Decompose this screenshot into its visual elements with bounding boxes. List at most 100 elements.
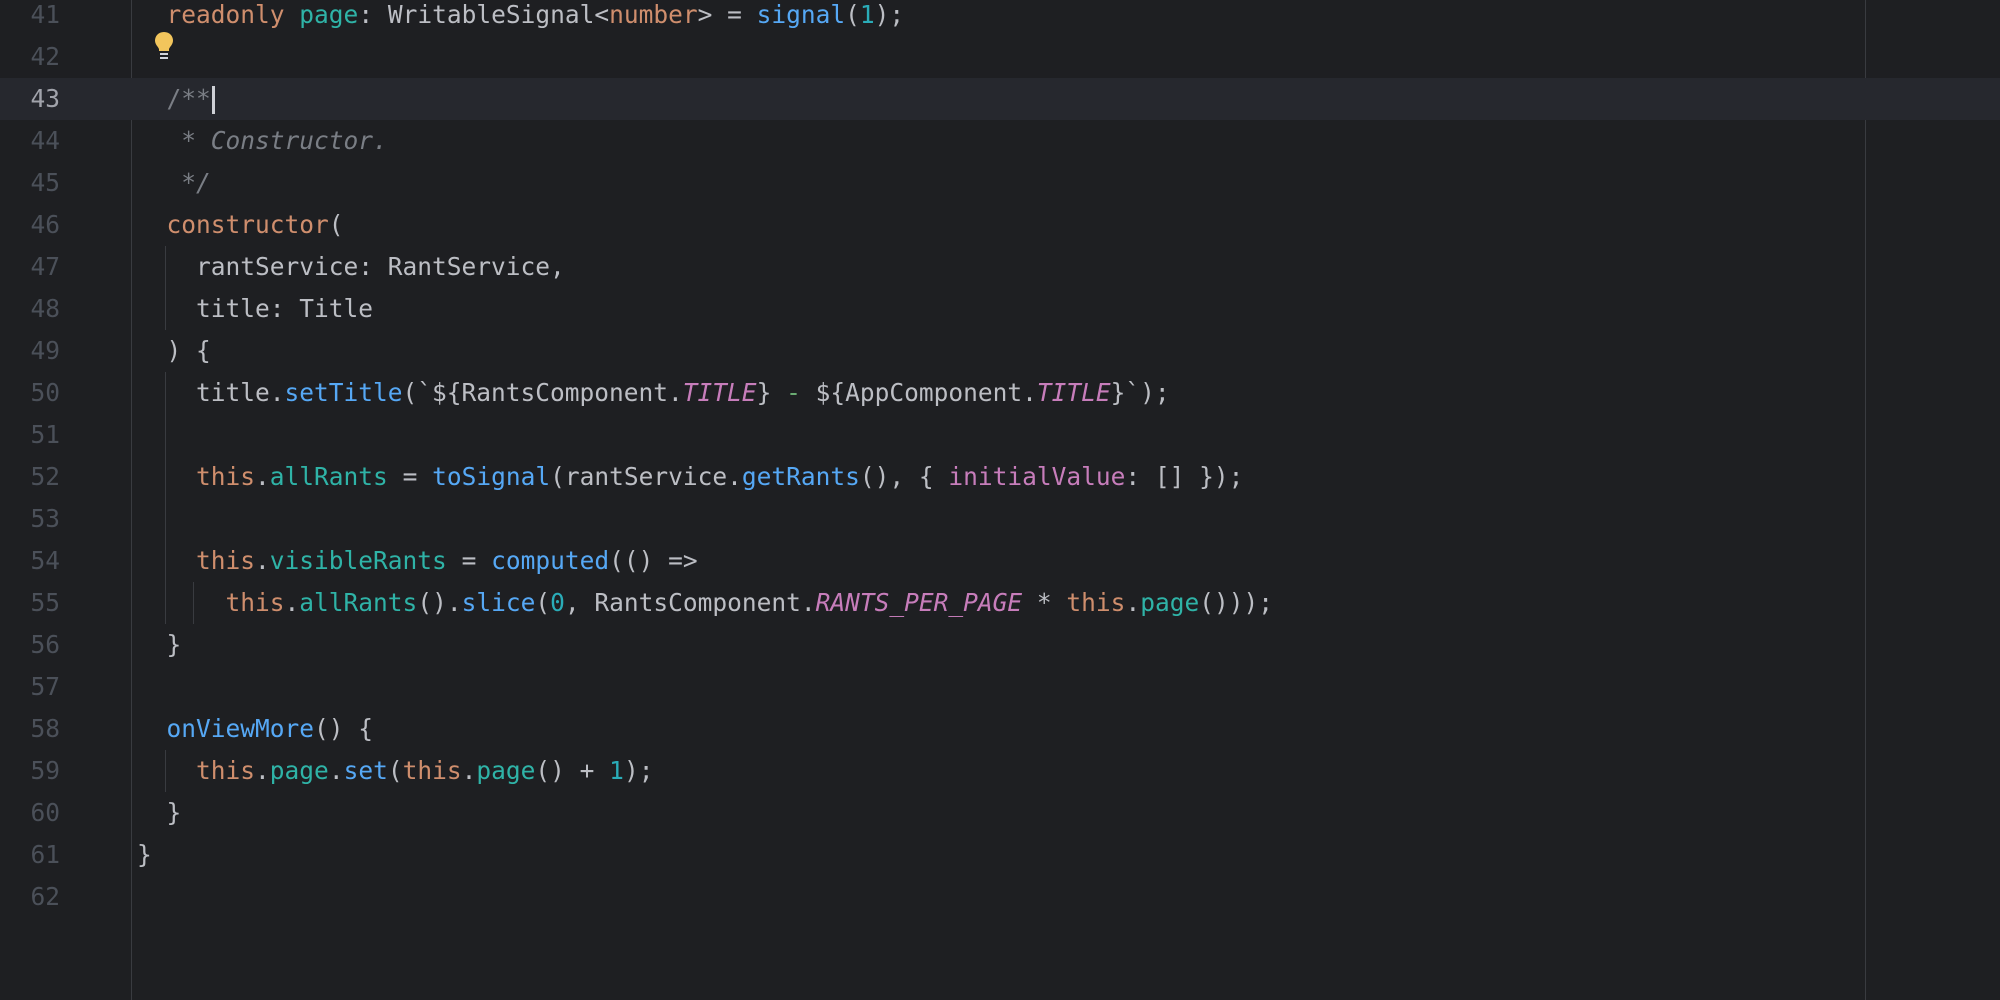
code-token: ); — [623, 756, 654, 785]
code-line[interactable]: 47 rantService: RantService, — [0, 246, 2000, 288]
line-number[interactable]: 50 — [0, 372, 60, 414]
code-token: } — [137, 630, 182, 659]
code-line[interactable]: 61} — [0, 834, 2000, 876]
code-token: (), { — [859, 462, 949, 491]
code-token: page — [476, 756, 536, 785]
code-token: title. — [137, 378, 285, 407]
code-line[interactable]: 42 — [0, 36, 2000, 78]
code-token: number — [609, 0, 698, 29]
code-token: allRants — [269, 462, 388, 491]
code-line[interactable]: 45 */ — [0, 162, 2000, 204]
code-token: ( — [845, 0, 860, 29]
line-number[interactable]: 42 — [0, 36, 60, 78]
code-token: this — [1066, 588, 1126, 617]
line-code: title.setTitle(`${RantsComponent.TITLE} … — [137, 372, 1170, 414]
code-line[interactable]: 49 ) { — [0, 330, 2000, 372]
line-number[interactable]: 59 — [0, 750, 60, 792]
code-token: constructor — [166, 210, 329, 239]
code-token: title: Title — [137, 294, 374, 323]
line-number[interactable]: 45 — [0, 162, 60, 204]
line-number[interactable]: 44 — [0, 120, 60, 162]
code-token: /** — [166, 84, 211, 113]
code-line[interactable]: 51 — [0, 414, 2000, 456]
code-token: > = — [697, 0, 757, 29]
code-line[interactable]: 44 * Constructor. — [0, 120, 2000, 162]
line-number[interactable]: 61 — [0, 834, 60, 876]
code-token: ${AppComponent. — [800, 378, 1037, 407]
line-number[interactable]: 51 — [0, 414, 60, 456]
code-token: . — [255, 756, 270, 785]
line-code: ) { — [137, 330, 211, 372]
line-number[interactable]: 60 — [0, 792, 60, 834]
line-number[interactable]: 54 — [0, 540, 60, 582]
code-token: setTitle — [284, 378, 403, 407]
code-token: ( — [328, 210, 344, 239]
text-caret — [211, 86, 215, 114]
line-number[interactable]: 56 — [0, 624, 60, 666]
code-token: . — [255, 546, 270, 575]
line-number[interactable]: 47 — [0, 246, 60, 288]
code-token: RANTS_PER_PAGE — [815, 588, 1023, 617]
code-line[interactable]: 57 — [0, 666, 2000, 708]
code-token: 0 — [550, 588, 565, 617]
code-token: (rantService. — [550, 462, 742, 491]
code-token: ) { — [137, 336, 211, 365]
code-line[interactable]: 60 } — [0, 792, 2000, 834]
line-number[interactable]: 53 — [0, 498, 60, 540]
line-number[interactable]: 48 — [0, 288, 60, 330]
code-token: initialValue — [948, 462, 1126, 491]
code-token: (). — [417, 588, 462, 617]
indent-guide — [165, 414, 166, 456]
code-token: 1 — [859, 0, 875, 29]
code-token: readonly — [166, 0, 285, 29]
code-line[interactable]: 41 readonly page: WritableSignal<number>… — [0, 0, 2000, 36]
line-number[interactable]: 41 — [0, 0, 60, 36]
line-number[interactable]: 52 — [0, 456, 60, 498]
code-editor[interactable]: 41 readonly page: WritableSignal<number>… — [0, 0, 2000, 1000]
lightbulb-icon[interactable] — [152, 30, 176, 62]
code-line[interactable]: 62 — [0, 876, 2000, 918]
code-token: } — [756, 378, 787, 407]
code-token: page — [1140, 588, 1200, 617]
code-token: . — [328, 756, 344, 785]
code-token: computed — [491, 546, 610, 575]
line-number[interactable]: 58 — [0, 708, 60, 750]
code-token: this — [225, 588, 285, 617]
line-number[interactable]: 49 — [0, 330, 60, 372]
code-line[interactable]: 43 /** — [0, 78, 2000, 120]
code-line[interactable]: 53 — [0, 498, 2000, 540]
code-token: visibleRants — [269, 546, 447, 575]
code-line[interactable]: 55 this.allRants().slice(0, RantsCompone… — [0, 582, 2000, 624]
line-number[interactable]: 62 — [0, 876, 60, 918]
line-code: this.allRants = toSignal(rantService.get… — [137, 456, 1243, 498]
code-line[interactable]: 46 constructor( — [0, 204, 2000, 246]
line-code: this.allRants().slice(0, RantsComponent.… — [137, 582, 1273, 624]
line-code: } — [137, 834, 152, 876]
line-code: rantService: RantService, — [137, 246, 565, 288]
code-line[interactable]: 54 this.visibleRants = computed(() => — [0, 540, 2000, 582]
code-token: , RantsComponent. — [564, 588, 816, 617]
line-number[interactable]: 46 — [0, 204, 60, 246]
line-number[interactable]: 43 — [0, 78, 60, 120]
code-token: this — [402, 756, 462, 785]
code-token: () + — [535, 756, 610, 785]
code-token: * Constructor. — [137, 126, 388, 155]
line-number[interactable]: 57 — [0, 666, 60, 708]
code-token: } — [137, 840, 152, 869]
code-token: () { — [314, 714, 374, 743]
code-line[interactable]: 52 this.allRants = toSignal(rantService.… — [0, 456, 2000, 498]
code-line[interactable]: 50 title.setTitle(`${RantsComponent.TITL… — [0, 372, 2000, 414]
code-line[interactable]: 56 } — [0, 624, 2000, 666]
code-token: }`); — [1110, 378, 1170, 407]
code-line[interactable]: 59 this.page.set(this.page() + 1); — [0, 750, 2000, 792]
code-line[interactable]: 58 onViewMore() { — [0, 708, 2000, 750]
code-line[interactable]: 48 title: Title — [0, 288, 2000, 330]
line-number[interactable]: 55 — [0, 582, 60, 624]
code-token: ())); — [1199, 588, 1273, 617]
